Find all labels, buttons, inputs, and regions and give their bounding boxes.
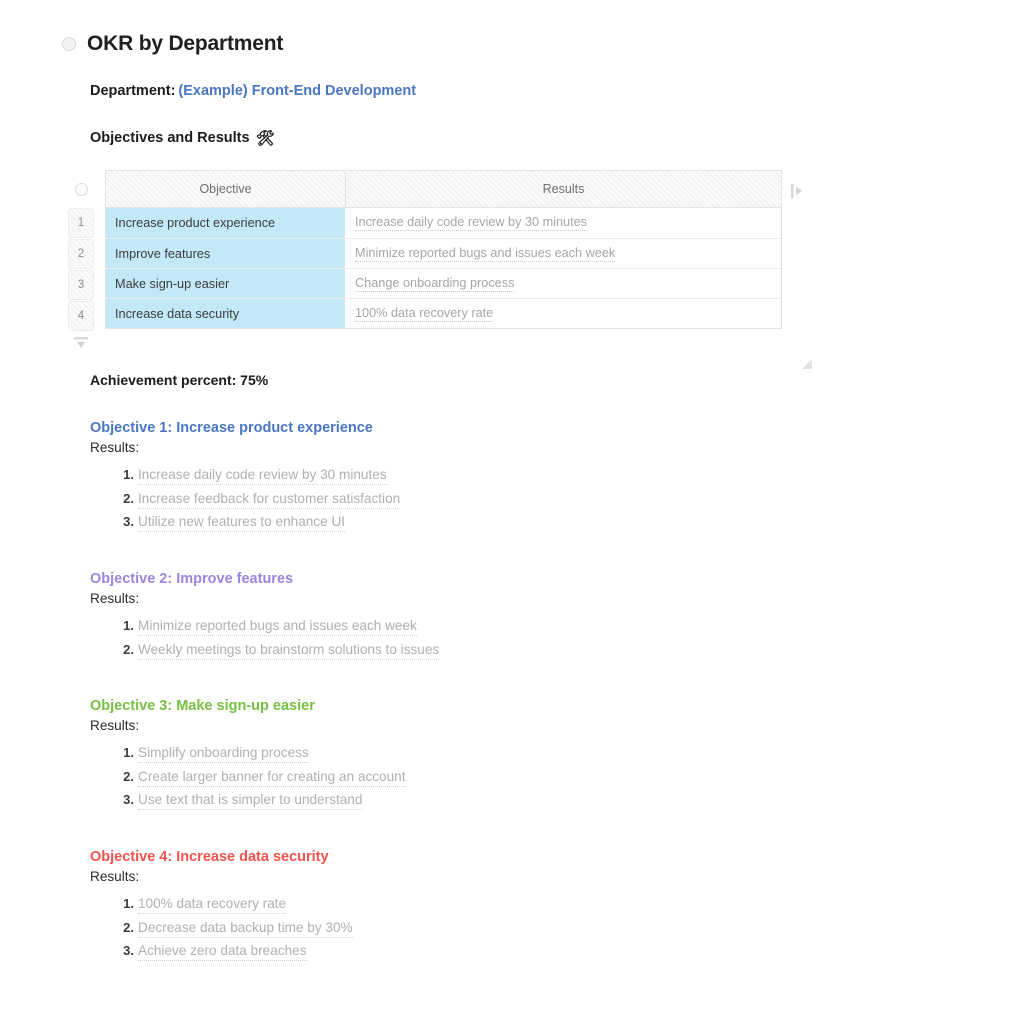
department-value: (Example) Front-End Development — [178, 83, 417, 99]
objective-heading: Objective 2: Improve features — [90, 571, 294, 587]
list-item: Increase daily code review by 30 minutes — [116, 467, 810, 486]
objective-heading: Objective 1: Increase product experience — [90, 420, 373, 436]
cell-objective[interactable]: Increase data security — [106, 298, 346, 328]
table-header-row: Objective Results — [106, 170, 781, 208]
page-title-row: OKR by Department — [62, 33, 283, 54]
result-text: Increase feedback for customer satisfact… — [138, 490, 401, 509]
results-list: 100% data recovery rate Decrease data ba… — [90, 896, 810, 962]
cell-results[interactable]: Increase daily code review by 30 minutes — [346, 208, 781, 238]
cell-results[interactable]: Minimize reported bugs and issues each w… — [346, 238, 781, 268]
add-column-chevron-icon[interactable] — [786, 170, 808, 200]
list-item: Create larger banner for creating an acc… — [116, 768, 810, 787]
list-item: Increase feedback for customer satisfact… — [116, 490, 810, 509]
row-number[interactable]: 2 — [68, 239, 94, 269]
results-label: Results: — [90, 591, 140, 607]
cell-results[interactable]: 100% data recovery rate — [346, 298, 781, 328]
department-label: Department: — [90, 83, 176, 99]
objective-section-1: Objective 1: Increase product experience… — [90, 419, 810, 539]
row-gutter: 1 2 3 4 — [68, 170, 94, 351]
result-text: Weekly meetings to brainstorm solutions … — [138, 641, 440, 660]
objectives-and-results-heading: Objectives and Results 🛠 — [90, 130, 275, 146]
okr-table: 1 2 3 4 Objective Results Increase produ… — [68, 170, 812, 369]
select-all-cell[interactable] — [68, 170, 94, 208]
table-row: Make sign-up easier Change onboarding pr… — [106, 268, 781, 298]
list-item: 100% data recovery rate — [116, 896, 810, 915]
list-item: Weekly meetings to brainstorm solutions … — [116, 641, 810, 660]
list-item: Utilize new features to enhance UI — [116, 514, 810, 533]
result-text: Decrease data backup time by 30% — [138, 919, 353, 938]
cell-results-text: 100% data recovery rate — [355, 305, 494, 322]
table-row: Increase data security 100% data recover… — [106, 298, 781, 328]
result-text: Use text that is simpler to understand — [138, 792, 363, 811]
cell-objective[interactable]: Increase product experience — [106, 208, 346, 238]
list-item: Simplify onboarding process — [116, 745, 810, 764]
list-item: Minimize reported bugs and issues each w… — [116, 618, 810, 637]
hammer-and-wrench-emoji: 🛠 — [255, 129, 275, 147]
table-grid: Objective Results Increase product exper… — [105, 170, 782, 329]
result-text: Minimize reported bugs and issues each w… — [138, 618, 417, 637]
objective-heading: Objective 4: Increase data security — [90, 849, 329, 865]
table-row: Increase product experience Increase dai… — [106, 208, 781, 238]
results-label: Results: — [90, 869, 140, 885]
cell-results-text: Change onboarding process — [355, 275, 515, 292]
cell-objective[interactable]: Improve features — [106, 238, 346, 268]
cell-objective[interactable]: Make sign-up easier — [106, 268, 346, 298]
result-text: Increase daily code review by 30 minutes — [138, 467, 387, 486]
column-header-results[interactable]: Results — [346, 171, 781, 207]
results-list: Increase daily code review by 30 minutes… — [90, 467, 810, 533]
objective-section-2: Objective 2: Improve features Results: M… — [90, 570, 810, 666]
results-list: Simplify onboarding process Create large… — [90, 745, 810, 811]
list-item: Use text that is simpler to understand — [116, 792, 810, 811]
cell-results-text: Increase daily code review by 30 minutes — [355, 215, 588, 231]
resize-handle-icon[interactable] — [800, 357, 814, 371]
cell-results-text: Minimize reported bugs and issues each w… — [355, 245, 616, 262]
section-heading-text: Objectives and Results — [90, 130, 250, 146]
add-row-chevron-icon[interactable] — [68, 335, 94, 351]
cell-results[interactable]: Change onboarding process — [346, 268, 781, 298]
result-text: Simplify onboarding process — [138, 745, 309, 764]
row-number[interactable]: 3 — [68, 270, 94, 300]
radio-circle-icon[interactable] — [62, 36, 76, 51]
results-label: Results: — [90, 718, 140, 734]
select-all-circle-icon[interactable] — [74, 182, 88, 196]
result-text: Create larger banner for creating an acc… — [138, 768, 406, 787]
objective-heading: Objective 3: Make sign-up easier — [90, 698, 315, 714]
list-item: Achieve zero data breaches — [116, 943, 810, 962]
row-number[interactable]: 4 — [68, 301, 94, 331]
result-text: Achieve zero data breaches — [138, 943, 307, 962]
objective-section-4: Objective 4: Increase data security Resu… — [90, 848, 810, 968]
achievement-percent: Achievement percent: 75% — [90, 372, 269, 388]
table-row: Improve features Minimize reported bugs … — [106, 238, 781, 268]
department-line: Department: (Example) Front-End Developme… — [90, 83, 416, 99]
result-text: Utilize new features to enhance UI — [138, 514, 346, 533]
objective-section-3: Objective 3: Make sign-up easier Results… — [90, 697, 810, 817]
results-label: Results: — [90, 440, 140, 456]
list-item: Decrease data backup time by 30% — [116, 919, 810, 938]
results-list: Minimize reported bugs and issues each w… — [90, 618, 810, 660]
column-header-objective[interactable]: Objective — [106, 171, 346, 207]
result-text: 100% data recovery rate — [138, 896, 287, 915]
page-title: OKR by Department — [87, 32, 284, 55]
row-number[interactable]: 1 — [68, 208, 94, 238]
